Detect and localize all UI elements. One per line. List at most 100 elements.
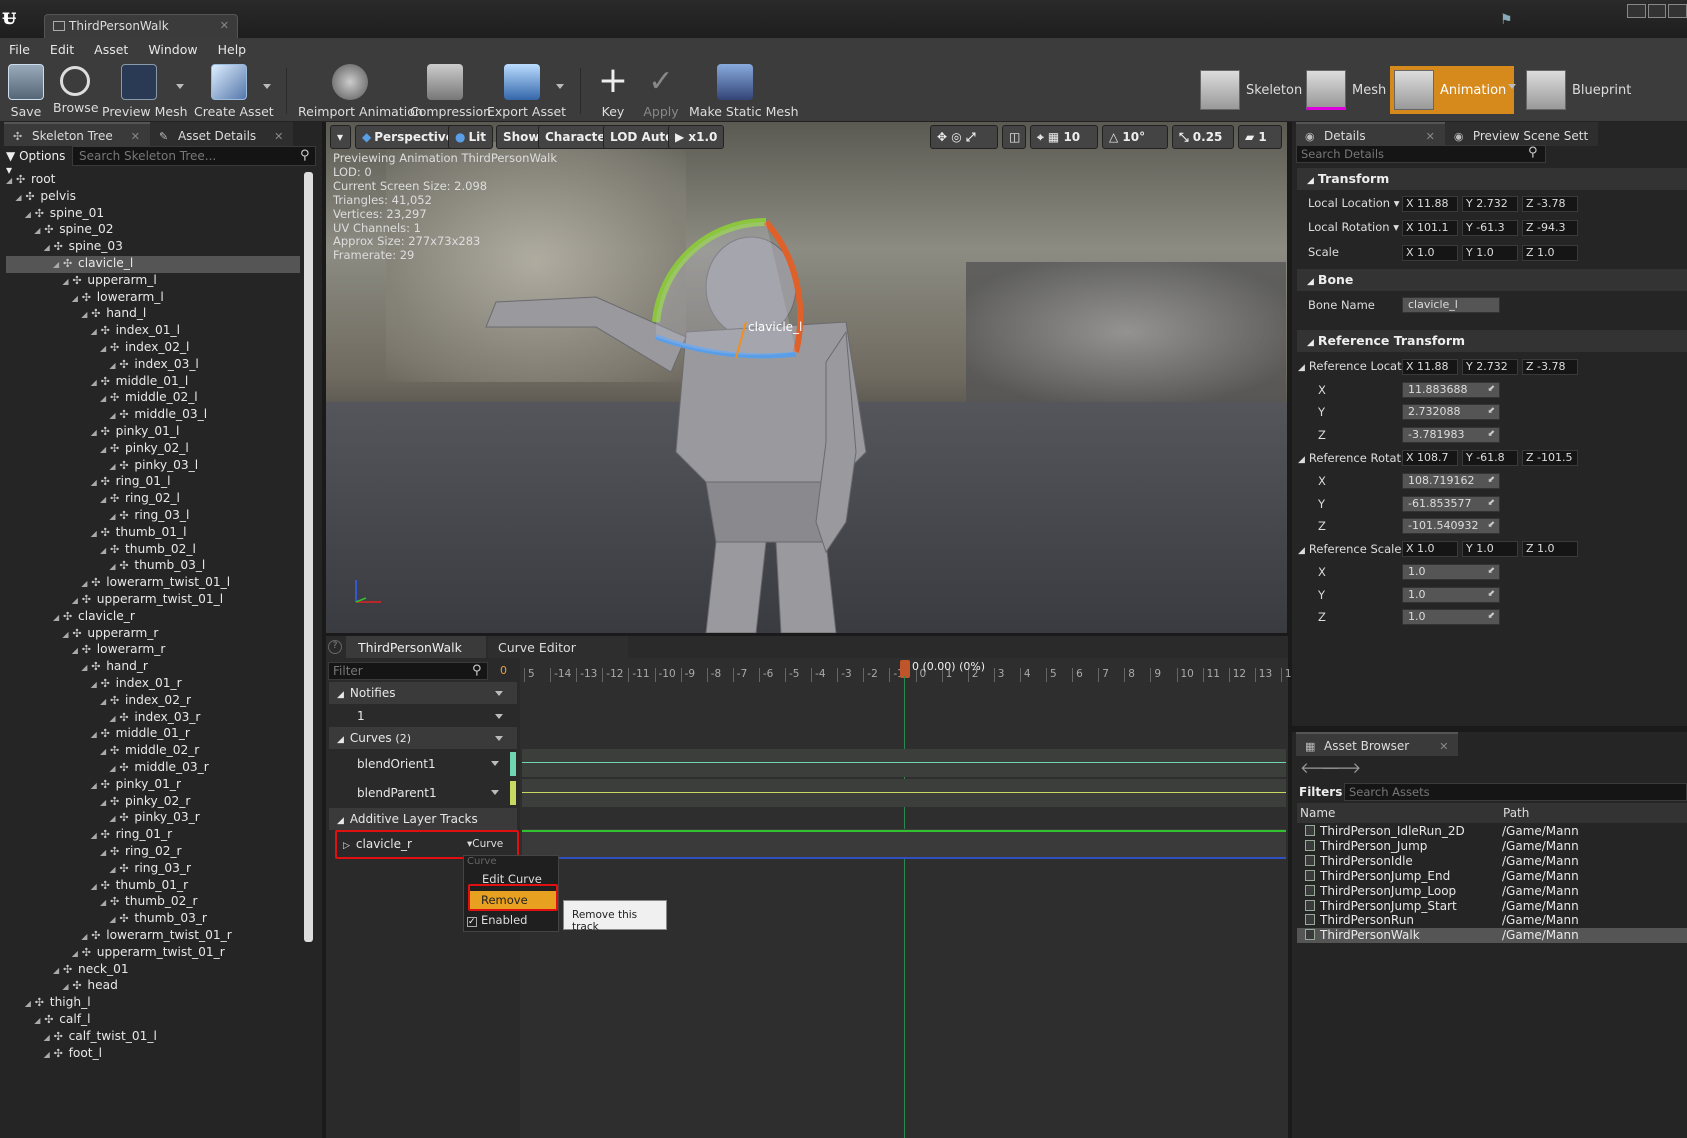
scale-z[interactable]: Z 1.0 [1522, 245, 1578, 261]
expand-toggle-icon[interactable]: ◢ [91, 730, 101, 739]
bone-ring-01-l[interactable]: ◢ ✣ ring_01_l [91, 474, 171, 491]
bone-pinky-03-r[interactable]: ◢ ✣ pinky_03_r [109, 810, 199, 827]
expand-toggle-icon[interactable]: ◢ [109, 562, 119, 571]
save-button[interactable]: Save [6, 62, 46, 120]
bone-upperarm-twist-01-r[interactable]: ◢ ✣ upperarm_twist_01_r [72, 945, 225, 962]
ref-loc-y-field[interactable]: 2.732088 ⬋ [1402, 404, 1500, 420]
bone-middle-02-r[interactable]: ◢ ✣ middle_02_r [100, 743, 199, 760]
additive-lane[interactable] [522, 829, 1286, 859]
close-tab-icon[interactable]: ✕ [274, 130, 283, 143]
tab-asset-browser[interactable]: ▦ Asset Browser ✕ [1296, 732, 1459, 756]
bone-thumb-01-l[interactable]: ◢ ✣ thumb_01_l [91, 525, 187, 542]
menu-window[interactable]: Window [148, 42, 197, 57]
skeleton-search-input[interactable]: Search Skeleton Tree... [72, 146, 316, 166]
bone-pinky-02-l[interactable]: ◢ ✣ pinky_02_l [100, 441, 189, 458]
bone-upperarm-l[interactable]: ◢ ✣ upperarm_l [62, 273, 156, 290]
expand-toggle-icon[interactable]: ◢ [25, 999, 35, 1008]
expand-toggle-icon[interactable]: ◢ [62, 630, 72, 639]
tab-preview-scene[interactable]: ◉ Preview Scene Sett [1444, 122, 1599, 146]
bone-thumb-03-r[interactable]: ◢ ✣ thumb_03_r [109, 911, 207, 928]
bone-index-03-l[interactable]: ◢ ✣ index_03_l [109, 357, 198, 374]
scale-x[interactable]: X 1.0 [1402, 245, 1458, 261]
tab-thirdpersonwalk[interactable]: ThirdPersonWalk [346, 636, 486, 658]
checkbox-checked-icon[interactable]: ✓ [467, 917, 477, 927]
reference-rotation-z[interactable]: Z -101.5 [1522, 450, 1578, 466]
ref-scl-y-field[interactable]: 1.0 ⬋ [1402, 587, 1500, 603]
expand-toggle-icon[interactable]: ◢ [100, 394, 110, 403]
bone-lowerarm-twist-01-r[interactable]: ◢ ✣ lowerarm_twist_01_r [81, 928, 232, 945]
expand-toggle-icon[interactable]: ◢ [109, 462, 119, 471]
dropdown-icon[interactable] [491, 790, 499, 795]
expand-toggle-icon[interactable]: ◢ [72, 646, 82, 655]
expand-toggle-icon[interactable]: ◢ [109, 714, 119, 723]
enabled-item[interactable]: ✓ Enabled [467, 913, 527, 927]
expand-toggle-icon[interactable]: ◢ [34, 1016, 44, 1025]
expand-toggle-icon[interactable]: ◢ [109, 814, 119, 823]
curve-lane-2[interactable] [522, 779, 1286, 807]
close-tab-icon[interactable]: ✕ [131, 130, 140, 143]
viewport-options-button[interactable]: ▾ [330, 125, 351, 149]
bone-middle-03-l[interactable]: ◢ ✣ middle_03_l [109, 407, 207, 424]
mode-blueprint[interactable]: Blueprint [1526, 66, 1631, 114]
expand-toggle-icon[interactable]: ◢ [91, 831, 101, 840]
bone-pelvis[interactable]: ◢ ✣ pelvis [15, 189, 76, 206]
ref-loc-z-field[interactable]: -3.781983 ⬋ [1402, 427, 1500, 443]
expand-toggle-icon[interactable]: ◢ [100, 495, 110, 504]
bone-section[interactable]: ◢ Bone [1297, 269, 1687, 291]
transform-section[interactable]: ◢ Transform [1297, 168, 1687, 190]
feedback-icon[interactable]: ⚑ [1500, 12, 1513, 28]
expand-toggle-icon[interactable]: ◢ [72, 294, 82, 303]
expand-toggle-icon[interactable]: ◢ [109, 865, 119, 874]
close-tab-icon[interactable]: ✕ [1439, 740, 1448, 753]
dropdown-icon[interactable] [495, 691, 503, 696]
reference-location-x[interactable]: X 11.88 [1402, 359, 1458, 375]
animation-dropdown-icon[interactable] [1508, 84, 1516, 89]
bone-thumb-03-l[interactable]: ◢ ✣ thumb_03_l [109, 558, 205, 575]
expand-toggle-icon[interactable]: ◢ [91, 882, 101, 891]
expand-toggle-icon[interactable]: ◢ [25, 210, 35, 219]
create-asset-button[interactable]: Create Asset [194, 62, 274, 120]
bone-head[interactable]: ◢ ✣ head [62, 978, 117, 995]
ref-scl-x-field[interactable]: 1.0 ⬋ [1402, 564, 1500, 580]
bone-root[interactable]: ◢ ✣ root [6, 172, 55, 189]
name-column-header[interactable]: Name [1300, 806, 1335, 820]
reference-scale-y[interactable]: Y 1.0 [1462, 541, 1518, 557]
perspective-button[interactable]: ◆ Perspective [355, 125, 461, 149]
local-location-label[interactable]: Local Location ▾ [1308, 196, 1400, 210]
bone-index-02-r[interactable]: ◢ ✣ index_02_r [100, 693, 191, 710]
lit-button[interactable]: ● Lit [448, 125, 493, 149]
expand-toggle-icon[interactable]: ◢ [44, 1050, 54, 1059]
bone-thumb-02-l[interactable]: ◢ ✣ thumb_02_l [100, 542, 196, 559]
additive-layer-section[interactable]: ◢ Additive Layer Tracks [329, 808, 517, 830]
reference-scale-label[interactable]: ◢ Reference Scale [1298, 542, 1401, 556]
expand-toggle-icon[interactable]: ◢ [100, 848, 110, 857]
tab-skeleton-tree[interactable]: ✣ Skeleton Tree ✕ [4, 122, 150, 146]
maximize-button[interactable] [1647, 4, 1667, 18]
close-tab-icon[interactable]: ✕ [220, 19, 229, 32]
bone-calf-l[interactable]: ◢ ✣ calf_l [34, 1012, 90, 1029]
bone-index-02-l[interactable]: ◢ ✣ index_02_l [100, 340, 189, 357]
bone-ring-03-r[interactable]: ◢ ✣ ring_03_r [109, 861, 191, 878]
expand-toggle-icon[interactable]: ◢ [62, 982, 72, 991]
expand-toggle-icon[interactable]: ◢ [91, 428, 101, 437]
bone-calf-twist-01-l[interactable]: ◢ ✣ calf_twist_01_l [44, 1029, 157, 1046]
expand-toggle-icon[interactable]: ◢ [81, 310, 91, 319]
local-rotation-x[interactable]: X 101.1 [1402, 220, 1458, 236]
details-search-input[interactable]: Search Details [1296, 145, 1546, 163]
bone-upperarm-r[interactable]: ◢ ✣ upperarm_r [62, 626, 158, 643]
expand-toggle-icon[interactable]: ◢ [53, 613, 63, 622]
bone-index-01-l[interactable]: ◢ ✣ index_01_l [91, 323, 180, 340]
grid-snap-button[interactable]: ⌖ ▦ 10 [1030, 125, 1098, 149]
bone-pinky-03-l[interactable]: ◢ ✣ pinky_03_l [109, 458, 198, 475]
mode-mesh[interactable]: Mesh [1306, 66, 1386, 114]
key-button[interactable]: + Key [594, 62, 632, 120]
minimize-button[interactable] [1627, 4, 1646, 18]
expand-toggle-icon[interactable]: ◢ [91, 781, 101, 790]
curve-lane-1[interactable] [522, 749, 1286, 777]
track-filter-input[interactable]: Filter [328, 662, 488, 680]
menu-edit[interactable]: Edit [50, 42, 74, 57]
expand-toggle-icon[interactable]: ◢ [100, 898, 110, 907]
expand-toggle-icon[interactable]: ◢ [81, 932, 91, 941]
menu-file[interactable]: File [9, 42, 30, 57]
asset-row[interactable]: ThirdPersonJump_Start/Game/Mann [1297, 899, 1687, 914]
